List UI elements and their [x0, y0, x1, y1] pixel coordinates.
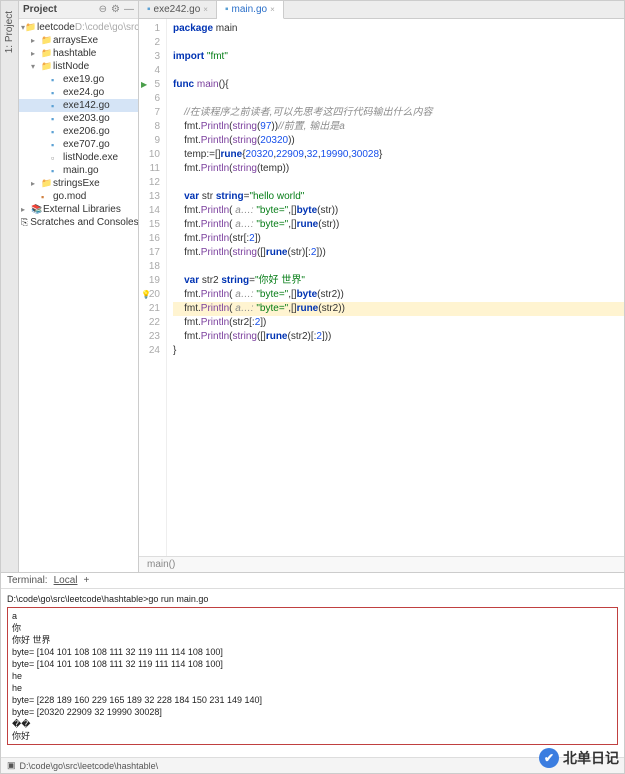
tree-item[interactable]: ▪exe19.go: [19, 73, 138, 86]
editor-tabs: ▪exe242.go×▪main.go×: [139, 1, 624, 19]
tree-label: exe707.go: [63, 139, 110, 150]
tree-label: leetcode: [37, 22, 75, 33]
close-icon[interactable]: ×: [203, 5, 208, 14]
terminal-output[interactable]: D:\code\go\src\leetcode\hashtable>go run…: [1, 589, 624, 757]
tree-item[interactable]: ⎘Scratches and Consoles: [19, 216, 138, 229]
tree-label: main.go: [63, 165, 99, 176]
tree-label: listNode: [53, 61, 89, 72]
bulb-icon[interactable]: 💡: [141, 288, 151, 302]
tree-item[interactable]: ▾📁listNode: [19, 60, 138, 73]
code-lines[interactable]: package main import "fmt" func main(){ /…: [167, 19, 624, 556]
mod-icon: ▪: [41, 192, 51, 202]
tree-item[interactable]: ▸📁hashtable: [19, 47, 138, 60]
gutter: 12345▶67891011121314151617181920💡2122232…: [139, 19, 167, 556]
breadcrumb[interactable]: main(): [139, 556, 624, 572]
code-editor[interactable]: 12345▶67891011121314151617181920💡2122232…: [139, 19, 624, 556]
go-icon: ▪: [51, 75, 61, 85]
go-icon: ▪: [51, 101, 61, 111]
terminal-cmd: D:\code\go\src\leetcode\hashtable>go run…: [7, 593, 618, 605]
project-panel: Project ⊖ ⚙ — ▾📁leetcode D:\code\go\src\…: [19, 1, 139, 572]
go-icon: ▪: [225, 4, 229, 15]
hide-icon[interactable]: —: [124, 4, 134, 15]
project-tool-tab[interactable]: 1: Project: [1, 1, 19, 572]
tree-label: arraysExe: [53, 35, 98, 46]
tree-label: Scratches and Consoles: [30, 217, 138, 228]
root-icon: 📁: [25, 22, 35, 33]
terminal-panel: Terminal: Local + D:\code\go\src\leetcod…: [1, 572, 624, 757]
tree-item[interactable]: ▾📁leetcode D:\code\go\src\lee: [19, 21, 138, 34]
go-icon: ▪: [147, 4, 151, 15]
collapse-icon[interactable]: ⊖: [99, 4, 107, 15]
editor-tab[interactable]: ▪exe242.go×: [139, 1, 217, 18]
tree-label: exe19.go: [63, 74, 104, 85]
tree-label: hashtable: [53, 48, 96, 59]
tree-label: listNode.exe: [63, 152, 118, 163]
tree-item[interactable]: ▪exe206.go: [19, 125, 138, 138]
terminal-btn[interactable]: ▣: [7, 760, 16, 771]
tree-item[interactable]: ▪go.mod: [19, 190, 138, 203]
go-icon: ▪: [51, 88, 61, 98]
terminal-tab-local[interactable]: Local: [54, 575, 78, 586]
run-icon[interactable]: ▶: [141, 78, 147, 92]
editor-tab[interactable]: ▪main.go×: [217, 1, 284, 19]
tree-label: exe24.go: [63, 87, 104, 98]
tree-item[interactable]: ▫listNode.exe: [19, 151, 138, 164]
go-icon: ▪: [51, 127, 61, 137]
go-icon: ▪: [51, 140, 61, 150]
tree-item[interactable]: ▪exe24.go: [19, 86, 138, 99]
brand-logo-icon: ✔: [539, 748, 559, 768]
tree-item[interactable]: ▪main.go: [19, 164, 138, 177]
tree-label: exe142.go: [63, 100, 110, 111]
status-bar: ▣ D:\code\go\src\leetcode\hashtable\: [1, 757, 624, 773]
tree-item[interactable]: ▪exe203.go: [19, 112, 138, 125]
exe-icon: ▫: [51, 153, 61, 163]
folder-icon: 📁: [41, 35, 51, 46]
tree-item[interactable]: ▪exe142.go: [19, 99, 138, 112]
tree-label: External Libraries: [43, 204, 121, 215]
tree-item[interactable]: ▸📚External Libraries: [19, 203, 138, 216]
folder-icon: 📁: [41, 48, 51, 59]
brand-watermark: ✔ 北单日记: [539, 748, 619, 768]
terminal-add-tab[interactable]: +: [83, 575, 89, 586]
tree-item[interactable]: ▪exe707.go: [19, 138, 138, 151]
tree-item[interactable]: ▸📁arraysExe: [19, 34, 138, 47]
close-icon[interactable]: ×: [270, 5, 275, 14]
tree-label: exe206.go: [63, 126, 110, 137]
gear-icon[interactable]: ⚙: [111, 4, 120, 15]
terminal-title: Terminal:: [7, 575, 48, 586]
tree-label: stringsExe: [53, 178, 100, 189]
folder-icon: 📁: [41, 61, 51, 72]
tree-label: exe203.go: [63, 113, 110, 124]
folder-icon: 📁: [41, 178, 51, 189]
go-icon: ▪: [51, 166, 61, 176]
tree-item[interactable]: ▸📁stringsExe: [19, 177, 138, 190]
lib-icon: 📚: [31, 204, 41, 215]
project-title: Project: [23, 4, 95, 15]
tree-label: go.mod: [53, 191, 86, 202]
go-icon: ▪: [51, 114, 61, 124]
project-tree: ▾📁leetcode D:\code\go\src\lee▸📁arraysExe…: [19, 19, 138, 231]
scratch-icon: ⎘: [21, 217, 28, 228]
